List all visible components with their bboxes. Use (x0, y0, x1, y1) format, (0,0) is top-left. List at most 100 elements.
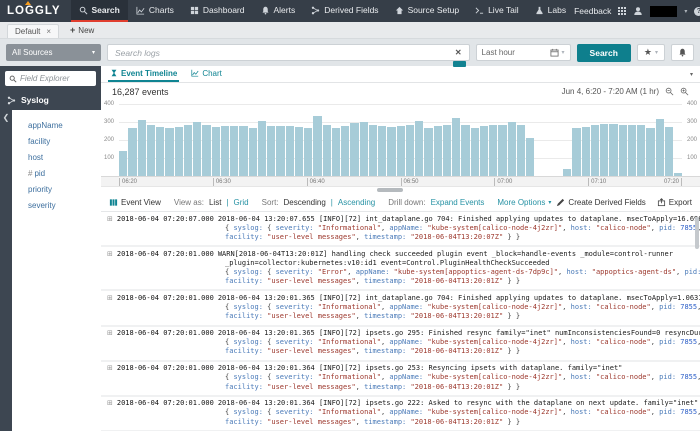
user-icon[interactable] (633, 6, 643, 16)
bars[interactable] (119, 104, 682, 176)
nav-item-dashboard[interactable]: Dashboard (182, 0, 253, 22)
nav-item-derived-fields[interactable]: Derived Fields (303, 0, 386, 22)
search-button[interactable]: Search (577, 44, 631, 62)
close-tab-icon[interactable]: × (46, 27, 51, 36)
collapse-timeline-caret-icon[interactable]: ▾ (690, 71, 693, 78)
nav-item-live-tail[interactable]: Live Tail (467, 0, 527, 22)
nav-item-labs[interactable]: Labs (527, 0, 574, 22)
solarwinds-mark-icon (25, 1, 31, 5)
bar (175, 127, 183, 176)
bar (249, 128, 257, 176)
bar (258, 121, 266, 176)
zoom-out-icon[interactable] (665, 87, 674, 96)
loggly-logo[interactable]: LOGGLY (0, 0, 71, 22)
alert-bell-button[interactable] (671, 44, 694, 61)
search-input[interactable]: Search logs ✕ (107, 44, 470, 61)
event-list: ⊞2018-06-04 07:20:07.0002018-06-04 13:20… (101, 212, 700, 431)
nav-item-label: Dashboard (203, 5, 245, 15)
view-as-grid-button[interactable]: Grid (234, 198, 249, 207)
zoom-in-icon[interactable] (680, 87, 689, 96)
field-item-label: pid (34, 169, 45, 178)
log-event-row[interactable]: ⊞2018-06-04 07:20:01.0002018-06-04 13:20… (101, 362, 700, 397)
tab-default[interactable]: Default × (7, 24, 59, 38)
expand-event-icon[interactable]: ⊞ (107, 215, 113, 224)
expand-event-icon[interactable]: ⊞ (107, 294, 113, 303)
log-event-row[interactable]: ⊞2018-06-04 07:20:01.0002018-06-04 13:20… (101, 327, 700, 362)
tab-chart[interactable]: Chart (189, 66, 224, 82)
bar (378, 126, 386, 176)
event-json-line: facility: "user-level messages", timesta… (107, 277, 694, 286)
log-event-row[interactable]: ⊞2018-06-04 07:20:01.000WARN[2018-06-04T… (101, 247, 700, 291)
user-menu-caret-icon[interactable]: ▾ (684, 8, 687, 15)
nav-item-label: Source Setup (408, 5, 460, 15)
star-caret-icon: ▾ (655, 49, 658, 56)
event-message: 2018-06-04 13:20:01.365 [INFO][72] int_d… (218, 294, 700, 303)
clear-search-icon[interactable]: ✕ (455, 48, 462, 57)
collapse-sidebar-icon[interactable]: ❮ (3, 113, 10, 431)
results-toolbar: Event View View as: List | Grid Sort: De… (101, 194, 700, 212)
event-local-timestamp: 2018-06-04 07:20:01.000 (117, 250, 214, 259)
tab-event-timeline[interactable]: Event Timeline (108, 66, 179, 82)
create-derived-fields-button[interactable]: Create Derived Fields (556, 198, 645, 207)
event-message: 2018-06-04 13:20:07.655 [INFO][72] int_d… (218, 215, 700, 224)
bar (665, 127, 673, 176)
field-item-priority[interactable]: priority (12, 181, 101, 197)
search-placeholder: Search logs (115, 48, 455, 58)
event-view-icon (109, 198, 118, 207)
field-item-facility[interactable]: facility (12, 133, 101, 149)
field-group-syslog[interactable]: Syslog (0, 91, 101, 110)
chart-scrollbar (101, 187, 700, 194)
expand-events-button[interactable]: Expand Events (431, 198, 485, 207)
bar (424, 128, 432, 176)
event-message: 2018-06-04 13:20:01.364 [INFO][72] ipset… (218, 399, 698, 408)
y-axis-tick-label: 300 (687, 119, 697, 125)
labs-icon (535, 6, 544, 15)
expand-event-icon[interactable]: ⊞ (107, 364, 113, 373)
bar (323, 125, 331, 176)
event-timeline-chart[interactable]: 100100200200300300400400 (101, 100, 700, 176)
save-search-button[interactable]: ★ ▾ (637, 44, 665, 61)
chart-scrollbar-thumb[interactable] (377, 188, 403, 192)
nav-item-label: Search (92, 5, 120, 15)
field-explorer-search-input[interactable]: Field Explorer (5, 71, 96, 86)
event-list-scrollbar-thumb[interactable] (695, 217, 699, 249)
sort-ascending-button[interactable]: Ascending (338, 198, 375, 207)
event-local-timestamp: 2018-06-04 07:20:01.000 (117, 399, 214, 408)
view-as-list-button[interactable]: List (209, 198, 221, 207)
feedback-link[interactable]: Feedback (574, 6, 611, 16)
log-event-row[interactable]: ⊞2018-06-04 07:20:01.0002018-06-04 13:20… (101, 291, 700, 326)
bar (138, 120, 146, 176)
event-view-label: Event View (109, 198, 161, 207)
time-range-select[interactable]: Last hour ▾ (476, 44, 571, 61)
bar (165, 128, 173, 176)
log-event-row[interactable]: ⊞2018-06-04 07:20:07.0002018-06-04 13:20… (101, 212, 700, 247)
event-message: 2018-06-04 13:20:01.364 [INFO][72] ipset… (218, 364, 623, 373)
nav-item-alerts[interactable]: Alerts (253, 0, 304, 22)
search-button-label: Search (590, 48, 618, 58)
bar (156, 127, 164, 176)
new-tab-button[interactable]: + New (70, 25, 94, 38)
nav-item-source-setup[interactable]: Source Setup (387, 0, 468, 22)
sort-descending-button[interactable]: Descending (284, 198, 326, 207)
bar (591, 125, 599, 176)
expand-event-icon[interactable]: ⊞ (107, 250, 113, 259)
field-item-appName[interactable]: appName (12, 117, 101, 133)
expand-event-icon[interactable]: ⊞ (107, 399, 113, 408)
app-switcher-icon[interactable] (618, 7, 626, 15)
source-group-select[interactable]: All Sources ▾ (6, 44, 101, 61)
field-item-pid[interactable]: #pid (12, 165, 101, 181)
bar (517, 125, 525, 176)
export-button[interactable]: Export (657, 198, 692, 207)
chart-plot[interactable] (119, 104, 682, 176)
field-explorer-sidebar: Field Explorer Syslog ❮ appNamefacilityh… (0, 66, 101, 431)
more-options-button[interactable]: More Options ▾ (497, 198, 551, 207)
tab-chart-label: Chart (202, 69, 222, 78)
log-event-row[interactable]: ⊞ 2018-06-04 07:20:01.000 2018-06-04 13:20… (101, 397, 700, 431)
nav-item-charts[interactable]: Charts (128, 0, 182, 22)
field-item-severity[interactable]: severity (12, 197, 101, 213)
tab-event-timeline-label: Event Timeline (121, 69, 177, 78)
expand-event-icon[interactable]: ⊞ (107, 329, 113, 338)
field-item-host[interactable]: host (12, 149, 101, 165)
nav-item-search[interactable]: Search (71, 0, 128, 22)
events-count: 16,287 events (112, 87, 169, 97)
